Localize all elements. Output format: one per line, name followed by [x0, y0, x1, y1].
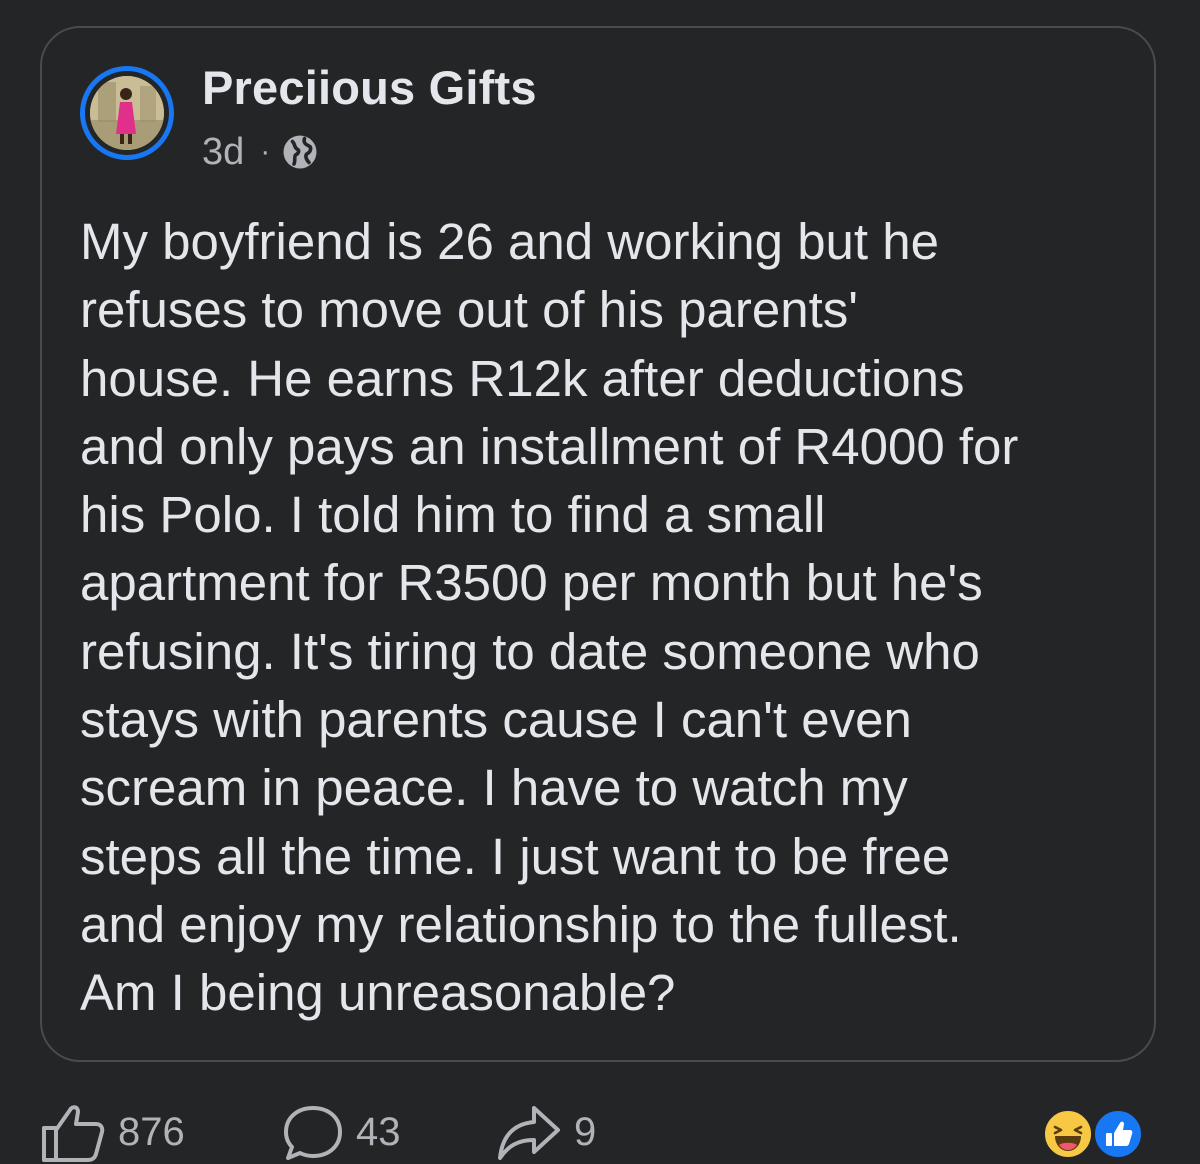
- page: Preciious Gifts 3d · My boyfriend is 26 …: [0, 0, 1200, 1164]
- share-arrow-icon: [498, 1106, 560, 1160]
- like-count: 876: [118, 1109, 185, 1154]
- author-avatar[interactable]: [80, 66, 174, 160]
- share-count: 9: [574, 1109, 597, 1154]
- comment-button[interactable]: 43: [282, 1100, 401, 1164]
- thumbs-up-icon: [42, 1105, 105, 1162]
- avatar-photo: [90, 76, 164, 150]
- avatar-figure-icon: [90, 76, 164, 150]
- globe-icon: [283, 135, 317, 169]
- like-thumb-icon: [1106, 1121, 1133, 1146]
- meta-separator: ·: [260, 135, 271, 168]
- comment-bubble-icon: [284, 1106, 342, 1160]
- like-reaction-icon: [1092, 1108, 1144, 1160]
- author-name[interactable]: Preciious Gifts: [202, 60, 537, 115]
- comment-count: 43: [356, 1109, 401, 1154]
- post-timestamp[interactable]: 3d: [202, 131, 244, 174]
- post-text: My boyfriend is 26 and working but he re…: [80, 213, 1019, 1022]
- share-button[interactable]: 9: [496, 1100, 596, 1164]
- haha-face-icon: [1053, 1125, 1083, 1151]
- reactions-summary[interactable]: [1004, 1108, 1144, 1160]
- like-button[interactable]: 876: [40, 1100, 185, 1164]
- haha-reaction-icon: [1042, 1108, 1094, 1160]
- post-meta: 3d ·: [202, 130, 318, 174]
